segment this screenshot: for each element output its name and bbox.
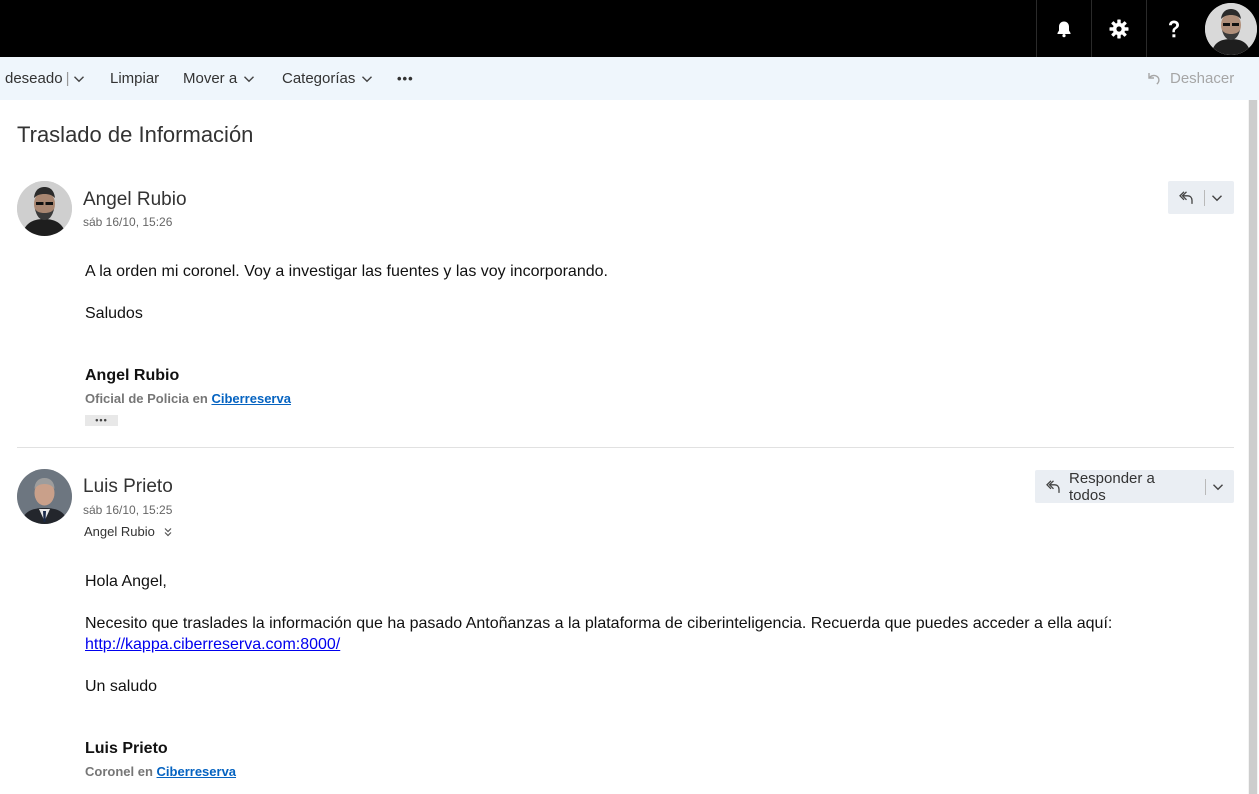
separator: [1205, 478, 1206, 495]
org-link[interactable]: Ciberreserva: [211, 391, 291, 406]
chevron-down-icon[interactable]: [1211, 192, 1233, 204]
message-divider: [17, 447, 1234, 448]
org-link[interactable]: Ciberreserva: [157, 764, 237, 779]
clean-label: Limpiar: [110, 70, 160, 87]
reply-all-button[interactable]: Responder a todos: [1035, 469, 1234, 504]
signature-name: Angel Rubio: [85, 367, 180, 384]
signature-role-text: Coronel en: [85, 764, 153, 779]
settings-button[interactable]: [1091, 0, 1145, 57]
clean-button[interactable]: Limpiar: [110, 57, 159, 100]
conversation-subject: Traslado de Información: [17, 122, 254, 147]
top-app-bar: [0, 0, 1259, 57]
recipient-name[interactable]: Angel Rubio: [84, 524, 155, 539]
chevron-down-icon[interactable]: [1212, 481, 1234, 493]
signature-role-text: Oficial de Policia en: [85, 391, 208, 406]
reading-pane-scrollbar[interactable]: [1248, 100, 1258, 794]
message-date: sáb 16/10, 15:25: [83, 503, 173, 517]
reply-all-icon: [1035, 479, 1061, 495]
user-avatar[interactable]: [1205, 3, 1257, 55]
more-icon: •••: [397, 71, 414, 86]
sender-avatar[interactable]: [17, 181, 72, 236]
reply-all-label: Responder a todos: [1069, 469, 1155, 504]
filter-label: deseado: [5, 70, 63, 87]
more-icon: •••: [95, 415, 108, 425]
signature-role: Oficial de Policia en Ciberreserva: [85, 391, 291, 406]
reply-all-button[interactable]: [1168, 181, 1234, 214]
platform-link[interactable]: http://kappa.ciberreserva.com:8000/: [85, 634, 340, 655]
double-chevron-down-icon[interactable]: [162, 526, 174, 538]
help-button[interactable]: [1146, 0, 1200, 57]
message-date: sáb 16/10, 15:26: [83, 215, 173, 229]
sender-avatar[interactable]: [17, 469, 72, 524]
signature-role: Coronel en Ciberreserva: [85, 764, 236, 779]
help-icon: [1166, 19, 1182, 39]
separator: |: [65, 70, 70, 87]
categories-label: Categorías: [282, 70, 356, 87]
undo-label: Deshacer: [1170, 70, 1235, 87]
message-body-line: Un saludo: [85, 678, 158, 695]
scrollbar-thumb[interactable]: [1249, 100, 1257, 794]
platform-link-text[interactable]: http://kappa.ciberreserva.com:8000/: [85, 636, 340, 653]
chevron-down-icon: [244, 75, 255, 82]
reply-all-icon: [1168, 190, 1194, 206]
command-bar: deseado | Limpiar Mover a Categorías •••…: [0, 57, 1259, 100]
show-quoted-text-button[interactable]: •••: [85, 415, 118, 426]
sender-name[interactable]: Luis Prieto: [83, 476, 173, 498]
signature-name: Luis Prieto: [85, 740, 168, 757]
chevron-down-icon: [362, 75, 373, 82]
move-to-label: Mover a: [183, 70, 238, 87]
notifications-button[interactable]: [1036, 0, 1090, 57]
sender-name[interactable]: Angel Rubio: [83, 189, 187, 211]
message-body-line: Hola Angel,: [85, 573, 167, 590]
move-to-dropdown[interactable]: Mover a: [183, 57, 255, 100]
separator: [1204, 189, 1205, 206]
gear-icon: [1109, 19, 1129, 39]
message-body-line: Necesito que traslades la información qu…: [85, 615, 1113, 632]
undo-icon: [1148, 72, 1160, 85]
categories-dropdown[interactable]: Categorías: [282, 57, 373, 100]
chevron-down-icon: [74, 75, 85, 82]
message-body-line: A la orden mi coronel. Voy a investigar …: [85, 263, 608, 280]
bell-icon: [1055, 20, 1073, 38]
filter-dropdown[interactable]: deseado |: [5, 57, 85, 100]
recipients-line[interactable]: Angel Rubio: [84, 524, 174, 539]
undo-button[interactable]: Deshacer: [1146, 57, 1234, 100]
message-body-line: Saludos: [85, 305, 143, 322]
more-actions-button[interactable]: •••: [397, 57, 414, 100]
